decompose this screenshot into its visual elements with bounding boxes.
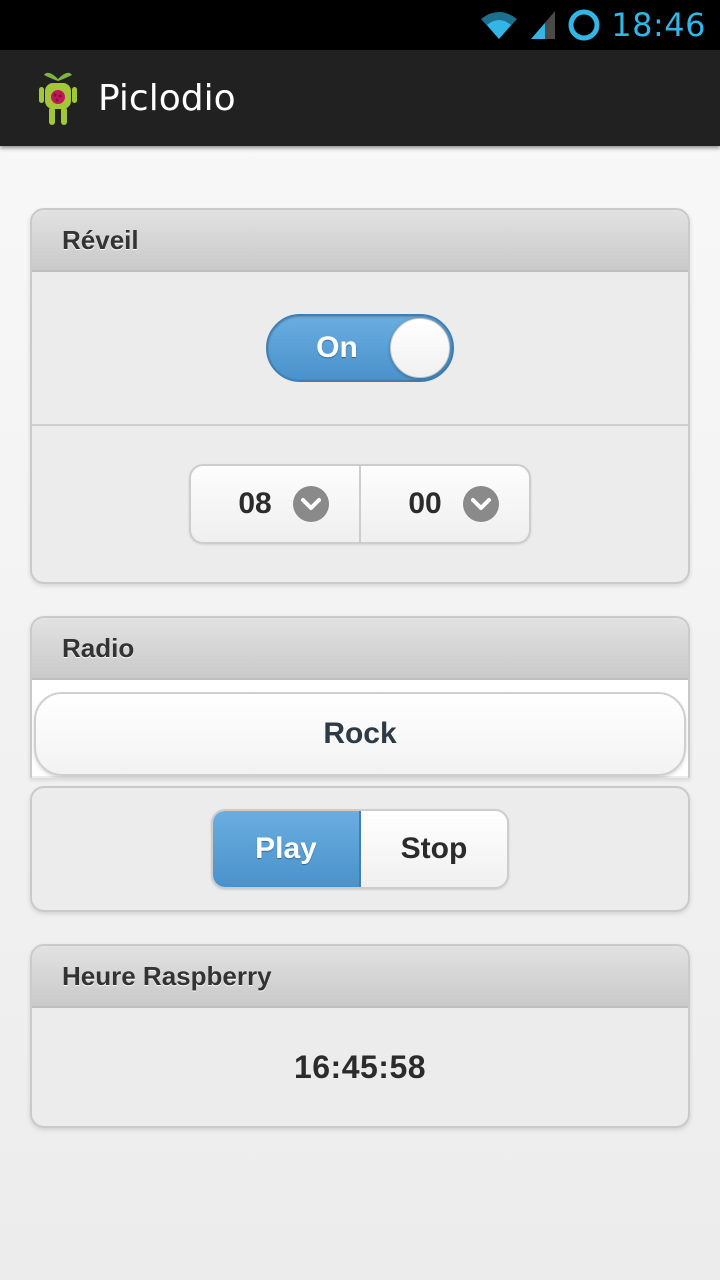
alarm-toggle-knob[interactable] — [390, 318, 450, 378]
clock-panel-title: Heure Raspberry — [32, 946, 688, 1008]
app-logo-icon[interactable] — [38, 69, 78, 127]
radio-panel-title: Radio — [32, 618, 688, 680]
chevron-down-icon — [293, 486, 329, 522]
station-list: Rock — [32, 680, 688, 776]
status-bar: 18:46 — [0, 0, 720, 50]
stop-button[interactable]: Stop — [361, 811, 507, 887]
time-select-group: 08 00 — [189, 464, 531, 544]
playback-controls: Play Stop — [211, 809, 509, 889]
minute-select[interactable]: 00 — [359, 466, 529, 542]
alarm-toggle-label: On — [316, 331, 358, 364]
sync-circle-icon — [568, 9, 600, 41]
hour-value: 08 — [238, 487, 272, 520]
radio-controls-panel: Play Stop — [30, 786, 690, 912]
wifi-icon — [481, 12, 518, 39]
station-item-rock[interactable]: Rock — [34, 692, 686, 776]
action-bar: Piclodio — [0, 50, 720, 146]
hour-select[interactable]: 08 — [191, 466, 359, 542]
raspberry-time: 16:45:58 — [293, 1048, 427, 1085]
clock-panel: Heure Raspberry 16:45:58 — [30, 944, 690, 1128]
signal-icon — [531, 11, 556, 39]
radio-panel: Radio Rock — [30, 616, 690, 778]
alarm-panel: Réveil On 08 00 — [30, 208, 690, 584]
status-time: 18:46 — [611, 6, 706, 44]
play-button[interactable]: Play — [213, 811, 361, 887]
minute-value: 00 — [408, 487, 442, 520]
chevron-down-icon — [463, 486, 499, 522]
alarm-panel-title: Réveil — [32, 210, 688, 272]
app-title: Piclodio — [98, 77, 236, 119]
alarm-toggle[interactable]: On — [266, 314, 454, 382]
